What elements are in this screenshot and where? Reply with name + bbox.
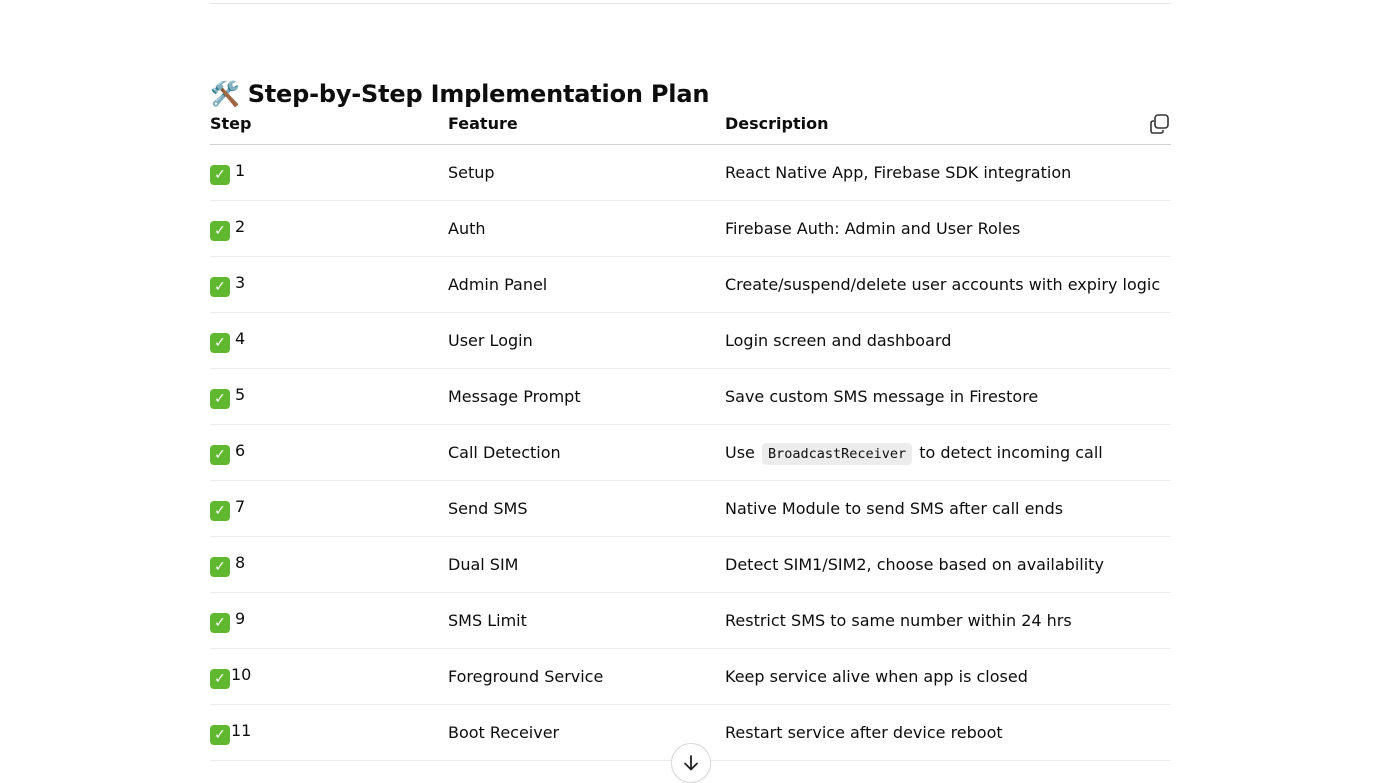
implementation-table: Step Feature Description ✓ 1 Setup React … <box>210 102 1171 761</box>
feature-cell: Auth <box>448 200 725 257</box>
step-cell: ✓ 9 <box>210 592 448 649</box>
table-row: ✓ 5 Message Prompt Save custom SMS messag… <box>210 368 1171 425</box>
check-mark-icon: ✓ <box>210 668 230 689</box>
check-mark-icon: ✓ <box>210 164 230 185</box>
check-mark-icon: ✓ <box>210 276 230 297</box>
table-row: ✓ 10 Foreground Service Keep service aliv… <box>210 648 1171 705</box>
table-row: ✓ 2 Auth Firebase Auth: Admin and User Ro… <box>210 200 1171 257</box>
step-number: 2 <box>235 216 246 236</box>
description-cell: Save custom SMS message in Firestore <box>725 368 1171 425</box>
check-mark-icon: ✓ <box>210 724 230 745</box>
feature-cell: User Login <box>448 312 725 369</box>
arrow-down-icon <box>684 755 698 771</box>
description-cell: React Native App, Firebase SDK integrati… <box>725 144 1171 201</box>
top-divider <box>210 3 1171 4</box>
step-number: 1 <box>235 160 246 180</box>
step-number: 11 <box>231 720 252 740</box>
description-cell: Detect SIM1/SIM2, choose based on availa… <box>725 536 1171 593</box>
feature-cell: Message Prompt <box>448 368 725 425</box>
description-text: Use <box>725 443 755 462</box>
step-cell: ✓ 3 <box>210 256 448 313</box>
check-mark-icon: ✓ <box>210 220 230 241</box>
header-step: Step <box>210 102 448 145</box>
feature-cell: Dual SIM <box>448 536 725 593</box>
step-cell: ✓ 10 <box>210 648 448 705</box>
step-cell: ✓ 4 <box>210 312 448 369</box>
description-cell: Login screen and dashboard <box>725 312 1171 369</box>
check-mark-icon: ✓ <box>210 500 230 521</box>
step-cell: ✓ 6 <box>210 424 448 481</box>
inline-code: BroadcastReceiver <box>761 443 913 465</box>
description-text: to detect incoming call <box>919 443 1103 462</box>
scroll-to-bottom-button[interactable] <box>671 743 711 783</box>
check-mark-icon: ✓ <box>210 332 230 353</box>
check-mark-icon: ✓ <box>210 444 230 465</box>
table-row: ✓ 4 User Login Login screen and dashboard <box>210 312 1171 369</box>
check-mark-icon: ✓ <box>210 556 230 577</box>
description-cell: Firebase Auth: Admin and User Roles <box>725 200 1171 257</box>
description-cell: Use BroadcastReceiver to detect incoming… <box>725 424 1171 481</box>
feature-cell: SMS Limit <box>448 592 725 649</box>
table-row: ✓ 3 Admin Panel Create/suspend/delete use… <box>210 256 1171 313</box>
step-number: 5 <box>235 384 246 404</box>
table-row: ✓ 1 Setup React Native App, Firebase SDK … <box>210 144 1171 201</box>
copy-table-button[interactable] <box>1147 112 1171 136</box>
header-feature: Feature <box>448 102 725 145</box>
feature-cell: Call Detection <box>448 424 725 481</box>
check-mark-icon: ✓ <box>210 612 230 633</box>
table-row: ✓ 9 SMS Limit Restrict SMS to same number… <box>210 592 1171 649</box>
step-number: 3 <box>235 272 246 292</box>
step-number: 4 <box>235 328 246 348</box>
step-number: 10 <box>231 664 252 684</box>
implementation-table-container: Step Feature Description ✓ 1 Setup React … <box>210 102 1171 761</box>
step-number: 8 <box>235 552 246 572</box>
step-cell: ✓ 2 <box>210 200 448 257</box>
description-cell: Restrict SMS to same number within 24 hr… <box>725 592 1171 649</box>
step-number: 6 <box>235 440 246 460</box>
feature-cell: Admin Panel <box>448 256 725 313</box>
feature-cell: Foreground Service <box>448 648 725 705</box>
step-cell: ✓ 7 <box>210 480 448 537</box>
description-cell: Create/suspend/delete user accounts with… <box>725 256 1171 313</box>
step-cell: ✓ 8 <box>210 536 448 593</box>
step-cell: ✓ 11 <box>210 704 448 761</box>
table-row: ✓ 8 Dual SIM Detect SIM1/SIM2, choose bas… <box>210 536 1171 593</box>
feature-cell: Setup <box>448 144 725 201</box>
check-mark-icon: ✓ <box>210 388 230 409</box>
step-cell: ✓ 1 <box>210 144 448 201</box>
copy-icon <box>1150 114 1169 134</box>
table-row: ✓ 6 Call Detection Use BroadcastReceiver … <box>210 424 1171 481</box>
table-header-row: Step Feature Description <box>210 102 1171 145</box>
description-cell: Restart service after device reboot <box>725 704 1171 761</box>
step-cell: ✓ 5 <box>210 368 448 425</box>
feature-cell: Send SMS <box>448 480 725 537</box>
description-cell: Keep service alive when app is closed <box>725 648 1171 705</box>
table-row: ✓ 7 Send SMS Native Module to send SMS af… <box>210 480 1171 537</box>
header-description: Description <box>725 102 1171 145</box>
step-number: 7 <box>235 496 246 516</box>
step-number: 9 <box>235 608 246 628</box>
description-cell: Native Module to send SMS after call end… <box>725 480 1171 537</box>
